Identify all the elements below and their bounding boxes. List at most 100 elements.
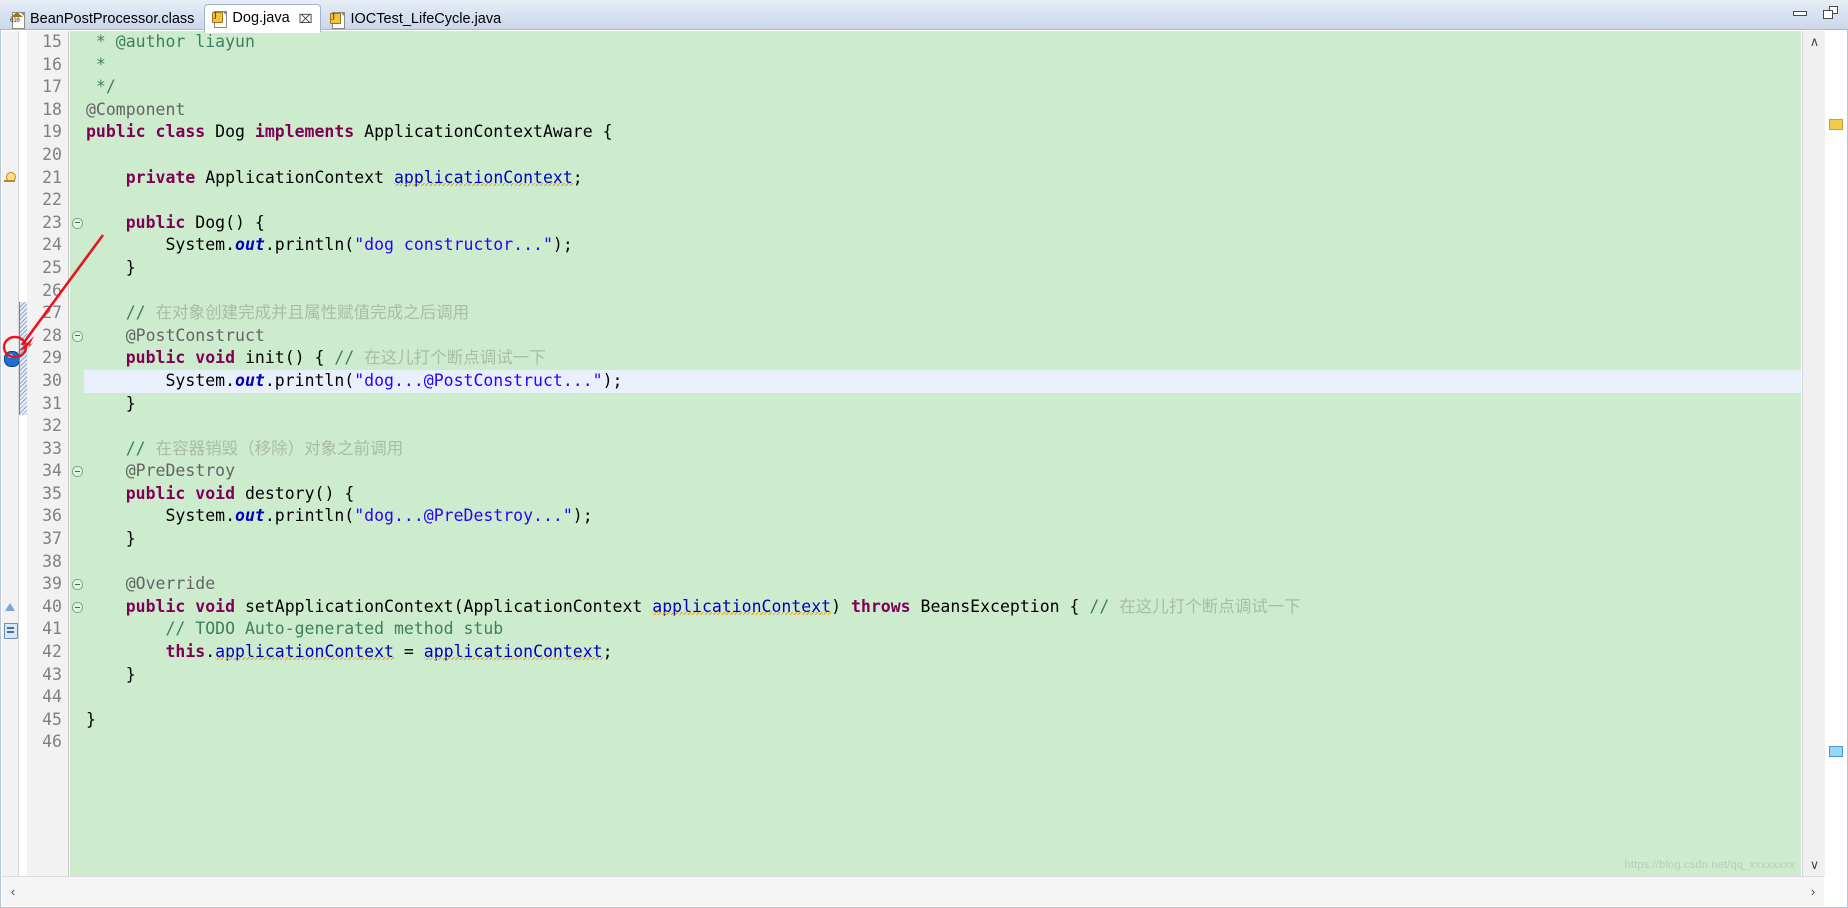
code-line[interactable]: @PostConstruct — [84, 325, 1801, 348]
line-number: 31 — [42, 393, 62, 413]
fold-collapse-icon[interactable] — [72, 602, 83, 613]
code-line[interactable] — [84, 280, 1801, 303]
line-number: 43 — [42, 664, 62, 684]
line-number: 32 — [42, 416, 62, 436]
tab-dog-java[interactable]: J Dog.java ⌧ — [204, 4, 322, 33]
vertical-scrollbar[interactable]: ∧ ∨ — [1802, 31, 1825, 876]
eclipse-editor-window: 010 BeanPostProcessor.class J Dog.java ⌧ — [0, 0, 1848, 908]
fold-collapse-icon[interactable] — [72, 579, 83, 591]
line-number: 21 — [42, 167, 62, 187]
code-line[interactable]: @Override — [84, 573, 1801, 596]
scroll-up-icon[interactable]: ∧ — [1803, 31, 1826, 53]
line-number: 33 — [42, 438, 62, 458]
breakpoint-ruler[interactable] — [2, 31, 20, 876]
breakpoint-icon[interactable] — [4, 351, 20, 368]
fold-collapse-icon[interactable] — [72, 217, 83, 229]
line-number: 15 — [42, 32, 62, 51]
restore-icon[interactable] — [1823, 6, 1838, 19]
code-line[interactable]: System.out.println("dog...@PostConstruct… — [84, 369, 1801, 393]
line-number: 24 — [42, 235, 62, 255]
code-line[interactable]: public void setApplicationContext(Applic… — [84, 596, 1801, 619]
horizontal-scroll-thumb[interactable] — [26, 880, 1406, 903]
line-number: 20 — [42, 144, 62, 164]
tab-label: BeanPostProcessor.class — [30, 11, 195, 28]
code-line[interactable] — [84, 686, 1801, 709]
code-line[interactable]: private ApplicationContext applicationCo… — [84, 167, 1801, 190]
class-file-icon: 010 — [10, 11, 25, 29]
line-number: 16 — [42, 54, 62, 74]
code-folding-ruler[interactable] — [70, 31, 84, 876]
minimize-icon[interactable] — [1793, 6, 1807, 18]
line-number: 23 — [42, 212, 62, 232]
tab-ioctest-lifecycle-java[interactable]: J IOCTest_LifeCycle.java — [322, 6, 510, 32]
fold-collapse-icon[interactable] — [72, 466, 83, 478]
watermark-text: https://blog.csdn.net/qq_xxxxxxxx — [1624, 859, 1795, 871]
line-number: 40 — [42, 596, 62, 616]
code-editor: 15 16 17 18 19 20 21 22 23 24 25 26 27 28 29 30 31 32 33 34… — [0, 30, 1848, 908]
code-line[interactable]: } — [84, 709, 1801, 732]
code-line[interactable]: @PreDestroy — [84, 460, 1801, 483]
java-file-icon: J — [330, 11, 346, 29]
change-ruler — [19, 31, 27, 876]
code-line[interactable]: System.out.println("dog constructor...")… — [84, 234, 1801, 257]
code-line[interactable]: } — [84, 257, 1801, 280]
tab-label: Dog.java — [232, 10, 290, 27]
code-line[interactable] — [84, 731, 1801, 754]
line-number: 34 — [42, 461, 62, 481]
warning-marker[interactable] — [1829, 119, 1843, 130]
line-number: 36 — [42, 506, 62, 526]
code-line[interactable]: } — [84, 393, 1801, 416]
line-number: 44 — [42, 687, 62, 707]
tab-label: IOCTest_LifeCycle.java — [350, 11, 502, 28]
code-line[interactable]: public Dog() { — [84, 212, 1801, 235]
line-number: 38 — [42, 551, 62, 571]
line-number: 26 — [42, 280, 62, 300]
line-number: 45 — [42, 709, 62, 729]
line-number: 17 — [42, 77, 62, 97]
scrollbar-corner — [1825, 876, 1846, 906]
line-number: 39 — [42, 574, 62, 594]
code-text-area[interactable]: * @author liayun * */@Component public cl… — [84, 31, 1801, 876]
code-line[interactable]: } — [84, 528, 1801, 551]
close-icon[interactable]: ⌧ — [299, 12, 313, 26]
info-marker[interactable] — [1829, 746, 1843, 757]
code-line[interactable]: public class Dog implements ApplicationC… — [84, 121, 1801, 144]
line-number: 22 — [42, 190, 62, 210]
code-line[interactable]: public void destory() { — [84, 483, 1801, 506]
code-line[interactable]: */ — [84, 76, 1801, 99]
override-triangle-icon — [5, 603, 15, 611]
line-number: 41 — [42, 619, 62, 639]
scroll-right-icon[interactable]: › — [1802, 877, 1824, 906]
line-number: 46 — [42, 732, 62, 752]
scroll-left-icon[interactable]: ‹ — [2, 877, 24, 906]
code-line[interactable]: public void init() { // 在这儿打个断点调试一下 — [84, 347, 1801, 370]
code-line[interactable]: this.applicationContext = applicationCon… — [84, 641, 1801, 664]
code-line[interactable] — [84, 189, 1801, 212]
fold-collapse-icon[interactable] — [72, 330, 83, 342]
code-line[interactable]: @Component — [84, 99, 1801, 122]
code-line[interactable] — [84, 415, 1801, 438]
tab-beanpostprocessor-class[interactable]: 010 BeanPostProcessor.class — [2, 6, 203, 32]
code-line[interactable]: } — [84, 664, 1801, 687]
line-number: 27 — [42, 303, 62, 323]
line-number: 37 — [42, 529, 62, 549]
code-line[interactable]: * @author liayun — [84, 31, 1801, 54]
overview-ruler[interactable] — [1825, 31, 1846, 876]
line-number: 35 — [42, 483, 62, 503]
line-number: 28 — [42, 325, 62, 345]
changed-lines-indicator — [19, 302, 27, 416]
horizontal-scrollbar[interactable]: ‹ › — [2, 876, 1824, 906]
vertical-scroll-thumb[interactable] — [1805, 55, 1824, 755]
code-line[interactable]: System.out.println("dog...@PreDestroy...… — [84, 505, 1801, 528]
code-line[interactable] — [84, 144, 1801, 167]
code-line[interactable] — [84, 551, 1801, 574]
tab-list: 010 BeanPostProcessor.class J Dog.java ⌧ — [2, 0, 511, 33]
code-line[interactable]: // TODO Auto-generated method stub — [84, 618, 1801, 641]
line-number: 29 — [42, 348, 62, 368]
line-number: 25 — [42, 257, 62, 277]
warning-bulb-icon — [4, 171, 17, 185]
code-line[interactable]: // 在容器销毁（移除）对象之前调用 — [84, 438, 1801, 461]
code-line[interactable]: * — [84, 54, 1801, 77]
code-line[interactable]: // 在对象创建完成并且属性赋值完成之后调用 — [84, 302, 1801, 325]
scroll-down-icon[interactable]: ∨ — [1803, 854, 1826, 876]
